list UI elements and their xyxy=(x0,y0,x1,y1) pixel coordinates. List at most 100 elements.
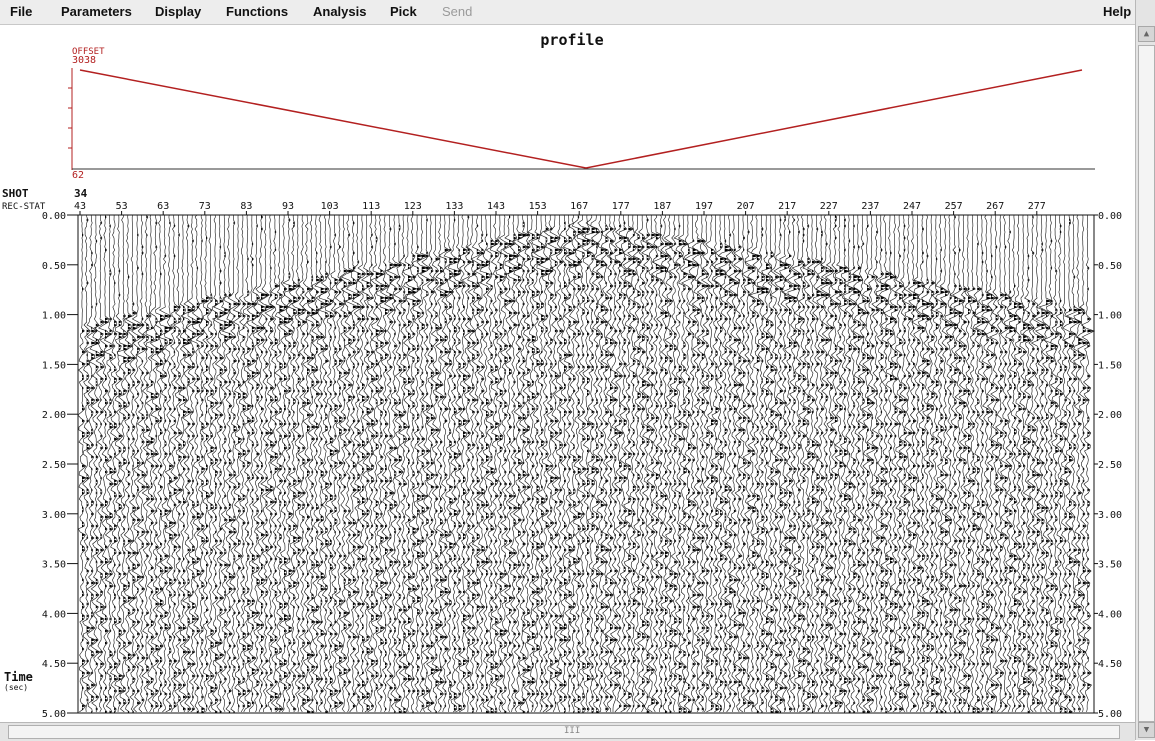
recstat-tick-label: 207 xyxy=(737,201,755,212)
time-tick-labels-right: 0.00 0.50 1.00 1.50 2.00 2.50 3.00 3.50 4.00 4.50… xyxy=(1098,211,1122,720)
recstat-tick-label: 237 xyxy=(861,201,879,212)
recstat-tick-label: 133 xyxy=(445,201,463,212)
seismic-trace-fill xyxy=(430,257,436,705)
seismic-trace xyxy=(317,214,331,713)
time-tick-label: 2.50 xyxy=(42,460,66,471)
seismic-trace-fill xyxy=(853,224,861,714)
time-axis-label: Time xyxy=(4,670,33,684)
seismic-trace xyxy=(237,214,247,713)
time-tick-label-right: 4.50 xyxy=(1098,659,1122,670)
vertical-scrollbar[interactable]: ▲ ▼ xyxy=(1135,0,1155,740)
seismic-trace-fill xyxy=(192,239,199,711)
recstat-tick-label: 43 xyxy=(74,201,86,212)
time-tick-label-right: 0.50 xyxy=(1098,261,1122,272)
seismic-display: profile OFFSET 3038 62 SHOT 34 REC-STAT … xyxy=(2,31,1122,720)
time-tick-label-right: 0.00 xyxy=(1098,211,1122,222)
shot-value: 34 xyxy=(74,187,88,200)
recstat-tick-label: 197 xyxy=(695,201,713,212)
seismic-trace-fill xyxy=(798,230,804,708)
recstat-tick-label: 53 xyxy=(116,201,128,212)
scroll-grip-icon: III xyxy=(564,726,581,736)
time-tick-label-right: 3.50 xyxy=(1098,560,1122,571)
seismic-trace xyxy=(700,214,712,713)
seismic-trace xyxy=(405,214,418,713)
seismic-trace-fill xyxy=(1041,242,1048,705)
time-tick-label: 5.00 xyxy=(42,709,66,720)
time-tick-label: 3.50 xyxy=(42,560,66,571)
time-axis-unit: (sec) xyxy=(4,683,28,692)
seismic-trace-fill xyxy=(366,269,372,711)
seismic-trace-fill xyxy=(949,296,955,693)
recstat-tick-labels: 43 53 63 73 83 93 103 113 123 133 143 153 167 177 187 1… xyxy=(74,201,1046,215)
time-tick-label-right: 1.50 xyxy=(1098,360,1122,371)
recstat-tick-label: 267 xyxy=(986,201,1004,212)
recstat-tick-label: 123 xyxy=(404,201,422,212)
seismic-trace-fill xyxy=(146,215,152,696)
seismic-trace-fill xyxy=(761,227,768,714)
recstat-tick-label: 187 xyxy=(653,201,671,212)
seismic-trace-fill xyxy=(913,281,920,708)
seismic-trace-fill xyxy=(1036,311,1042,705)
seismic-trace-fill xyxy=(109,224,115,714)
recstat-label: REC-STAT xyxy=(2,202,46,212)
seismic-trace xyxy=(124,214,138,713)
offset-min-value: 62 xyxy=(72,170,84,181)
time-tick-label: 1.50 xyxy=(42,360,66,371)
seismic-trace-fill xyxy=(463,248,468,708)
time-tick-label: 1.00 xyxy=(42,311,66,322)
time-tick-label-right: 5.00 xyxy=(1098,709,1122,720)
seismic-trace xyxy=(211,214,227,713)
time-tick-label: 4.50 xyxy=(42,659,66,670)
seismic-trace xyxy=(206,214,215,713)
seismic-trace xyxy=(722,214,736,713)
time-tick-label-right: 4.00 xyxy=(1098,609,1122,620)
recstat-tick-label: 143 xyxy=(487,201,505,212)
time-tick-label-right: 1.00 xyxy=(1098,311,1122,322)
shot-label: SHOT xyxy=(2,187,29,200)
seismic-trace xyxy=(201,214,211,713)
seismic-trace-fill xyxy=(848,239,854,714)
horizontal-scrollbar[interactable]: III xyxy=(0,722,1135,741)
seismic-trace xyxy=(748,214,764,713)
recstat-tick-label: 103 xyxy=(321,201,339,212)
horizontal-scroll-thumb[interactable]: III xyxy=(8,725,1120,739)
seismic-trace xyxy=(103,215,115,713)
recstat-tick-label: 227 xyxy=(820,201,838,212)
recstat-tick-label: 63 xyxy=(157,201,169,212)
time-tick-label: 4.00 xyxy=(42,609,66,620)
seismic-trace-fill xyxy=(1059,224,1065,714)
time-tick-label-right: 2.50 xyxy=(1098,460,1122,471)
time-tick-label-right: 3.00 xyxy=(1098,510,1122,521)
time-tick-label-right: 2.00 xyxy=(1098,410,1122,421)
recstat-tick-label: 93 xyxy=(282,201,294,212)
offset-max-value: 3038 xyxy=(72,55,96,66)
recstat-tick-label: 247 xyxy=(903,201,921,212)
seismic-trace-fill xyxy=(100,221,105,702)
seismic-trace xyxy=(769,214,781,713)
seismic-trace xyxy=(466,215,479,713)
offset-curve xyxy=(79,69,1083,169)
seismic-trace-fill xyxy=(541,242,546,708)
scroll-down-arrow-icon[interactable]: ▼ xyxy=(1138,722,1155,738)
seismic-trace-fill xyxy=(789,230,795,711)
recstat-tick-label: 177 xyxy=(612,201,630,212)
recstat-tick-label: 257 xyxy=(945,201,963,212)
time-tick-label: 2.00 xyxy=(42,410,66,421)
seismic-trace-fill xyxy=(536,233,541,705)
seismic-trace xyxy=(232,214,243,712)
recstat-tick-label: 217 xyxy=(778,201,796,212)
seismic-trace xyxy=(553,215,566,713)
seismic-trace-fill xyxy=(968,287,973,711)
recstat-tick-label: 167 xyxy=(570,201,588,212)
seismic-trace-fill xyxy=(857,245,864,693)
recstat-tick-label: 113 xyxy=(362,201,380,212)
seismic-trace-fill xyxy=(770,251,775,714)
vertical-scroll-thumb[interactable] xyxy=(1138,45,1155,722)
recstat-tick-label: 73 xyxy=(199,201,211,212)
seismic-trace xyxy=(786,214,800,713)
scroll-up-arrow-icon[interactable]: ▲ xyxy=(1138,26,1155,42)
profile-title: profile xyxy=(540,31,603,49)
recstat-tick-label: 83 xyxy=(240,201,252,212)
recstat-tick-label: 277 xyxy=(1028,201,1046,212)
seismic-trace xyxy=(613,214,625,713)
